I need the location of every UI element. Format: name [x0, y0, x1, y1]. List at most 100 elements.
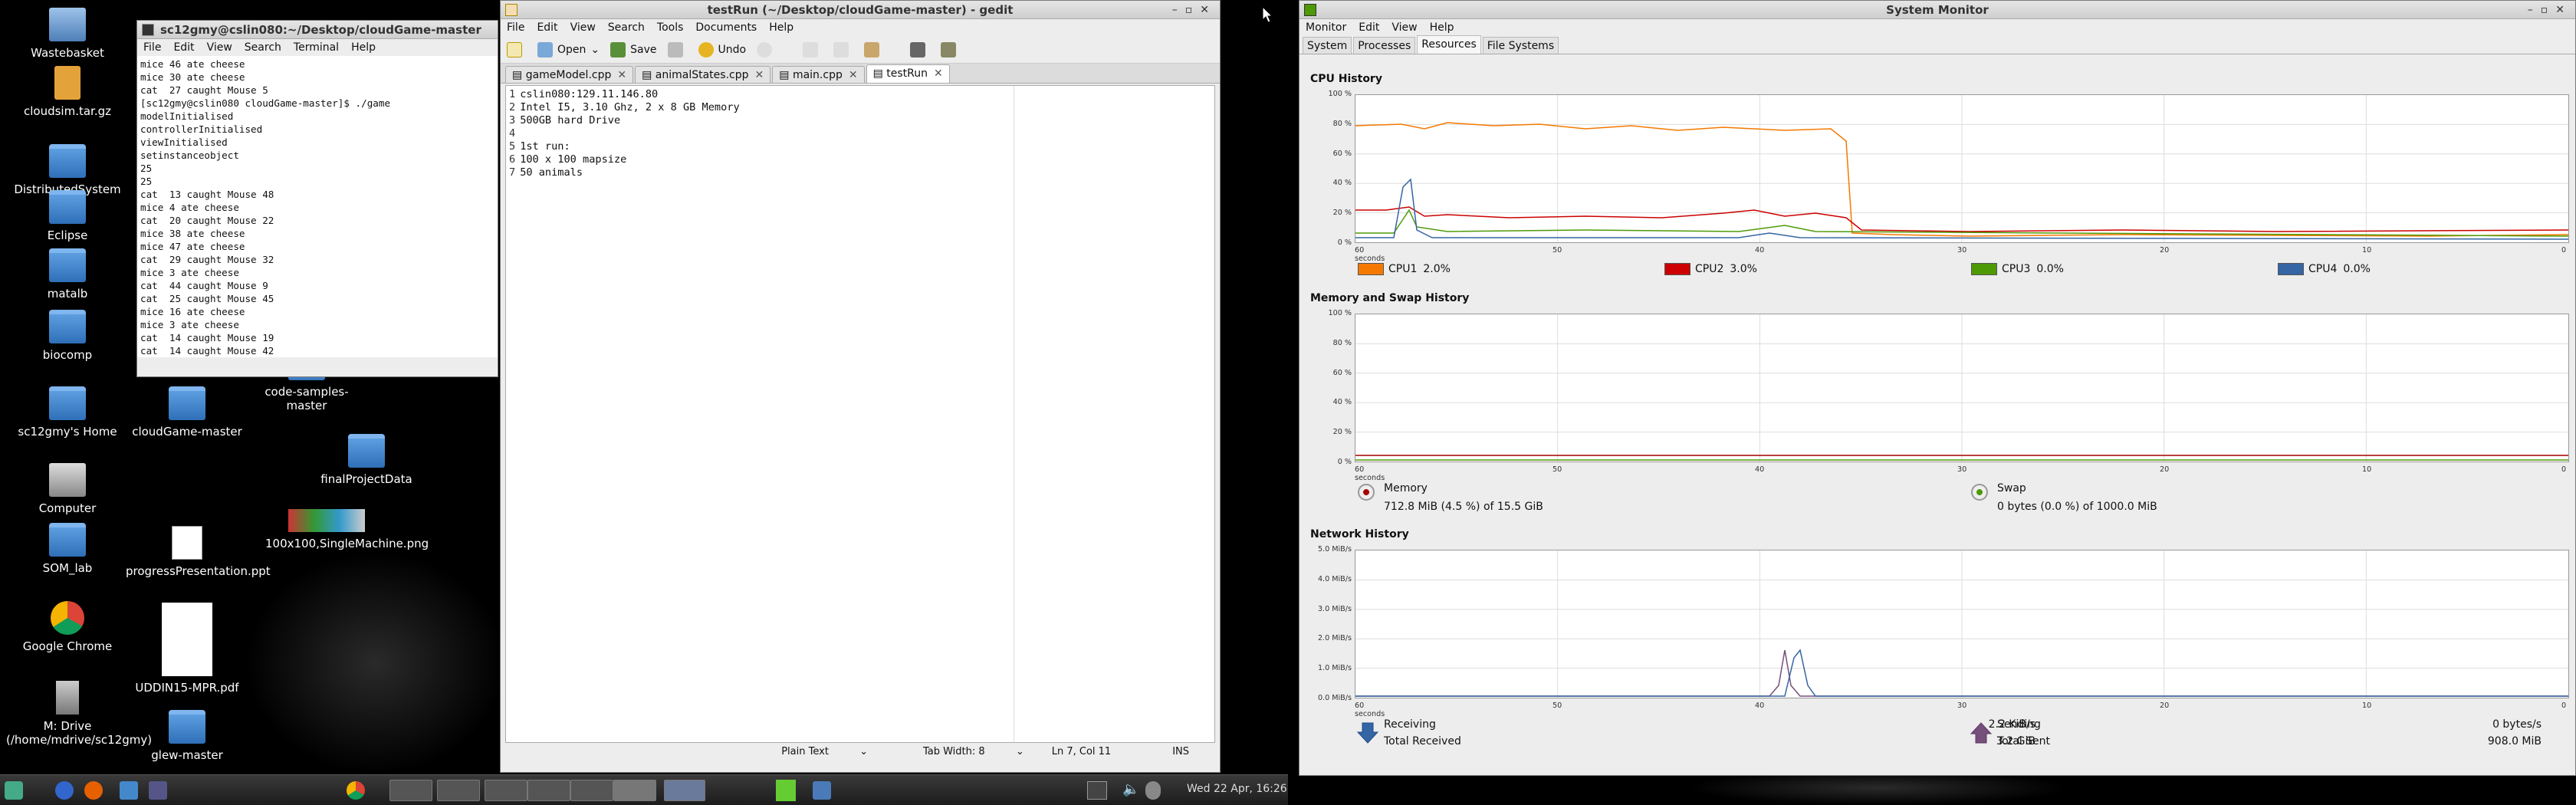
new-button[interactable]	[507, 41, 527, 58]
copy-button[interactable]	[833, 41, 853, 58]
terminal-menu-search[interactable]: Search	[245, 41, 281, 54]
desktop-icon-finalprojectdata[interactable]: finalProjectData	[305, 434, 428, 486]
taskbar-window-button[interactable]	[437, 780, 480, 801]
sysmon-menu-monitor[interactable]: Monitor	[1306, 21, 1346, 34]
desktop-icon-png[interactable]: 100x100,SingleMachine.png	[265, 509, 429, 550]
cut-button[interactable]	[803, 41, 823, 58]
replace-button[interactable]	[941, 41, 961, 58]
terminal-output[interactable]: mice 46 ate cheese mice 30 ate cheese cat …	[137, 56, 498, 357]
terminal-menu-file[interactable]: File	[143, 41, 161, 54]
language-selector[interactable]: Plain Text ⌄	[754, 743, 868, 761]
display-icon[interactable]	[1087, 781, 1107, 800]
cpu-legend-item[interactable]: CPU4 0.0%	[2278, 263, 2371, 275]
desktop-icon-wastebasket[interactable]: Wastebasket	[6, 8, 129, 60]
desktop-icon-home[interactable]: sc12gmy's Home	[6, 386, 129, 439]
taskbar-window-button[interactable]	[485, 780, 527, 801]
terminal-menu-view[interactable]: View	[207, 41, 232, 54]
close-icon[interactable]: ✕	[755, 69, 764, 81]
gedit-menu-file[interactable]: File	[507, 21, 524, 34]
gedit-titlebar[interactable]: testRun (~/Desktop/cloudGame-master) - g…	[501, 1, 1220, 19]
desktop-icon-biocomp[interactable]: biocomp	[6, 310, 129, 362]
runner-icon[interactable]	[776, 780, 796, 801]
memory-color-icon[interactable]	[1358, 484, 1375, 501]
cpu-color-swatch[interactable]	[1664, 263, 1691, 275]
chrome-taskbar-icon[interactable]	[347, 781, 365, 800]
window-controls[interactable]: –▫✕	[1172, 1, 1217, 19]
window-controls[interactable]: –▫✕	[2528, 1, 2572, 19]
undo-button[interactable]: Undo	[698, 41, 746, 58]
upload-arrow-icon[interactable]	[1970, 721, 1993, 744]
swap-color-icon[interactable]	[1971, 484, 1988, 501]
desktop-icon-glew-master[interactable]: glew-master	[126, 710, 248, 762]
clock[interactable]: Wed 22 Apr, 16:26	[1187, 783, 1287, 795]
gedit-menu-edit[interactable]: Edit	[537, 21, 557, 34]
workspace-switcher[interactable]	[664, 780, 705, 801]
tab-file-systems[interactable]: File Systems	[1482, 37, 1559, 54]
open-button[interactable]: Open ⌄	[537, 41, 600, 58]
network-status-icon[interactable]	[1145, 781, 1161, 800]
terminal-menu-help[interactable]: Help	[351, 41, 376, 54]
tab-resources[interactable]: Resources	[1417, 35, 1481, 54]
desktop-icon-cloudsim[interactable]: cloudsim.tar.gz	[6, 66, 129, 118]
sysmon-menu-help[interactable]: Help	[1430, 21, 1454, 34]
tab-processes[interactable]: Processes	[1353, 37, 1416, 54]
save-button[interactable]: Save	[610, 41, 657, 58]
desktop-icon-progresspresentation[interactable]: progressPresentation.ppt	[126, 526, 271, 578]
tab-testrun[interactable]: ▤ testRun ✕	[866, 64, 950, 83]
close-icon[interactable]: ✕	[617, 69, 626, 81]
gedit-menu-help[interactable]: Help	[769, 21, 794, 34]
desktop-icon-matalb[interactable]: matalb	[6, 248, 129, 301]
cpu-legend-item[interactable]: CPU2 3.0%	[1664, 263, 1757, 275]
close-icon[interactable]: ✕	[849, 69, 858, 81]
help-launcher-icon[interactable]	[149, 781, 167, 800]
taskbar-window-button[interactable]	[389, 780, 432, 801]
desktop-icon-pdf[interactable]: UDDIN15-MPR.pdf	[126, 603, 248, 695]
paste-button[interactable]	[864, 41, 884, 58]
volume-icon[interactable]: 🔈	[1122, 781, 1141, 800]
cpu-color-swatch[interactable]	[1358, 263, 1384, 275]
gedit-menu-view[interactable]: View	[570, 21, 596, 34]
browser-launcher-icon[interactable]	[55, 781, 74, 800]
download-arrow-icon[interactable]	[1356, 721, 1379, 744]
desktop-icon-mdrive[interactable]: M: Drive (/home/mdrive/sc12gmy)	[6, 681, 152, 747]
desktop-icon-som-lab[interactable]: SOM_lab	[6, 523, 129, 575]
desktop-icon-distributedsystem[interactable]: DistributedSystem	[6, 144, 129, 196]
sysmon-menu-view[interactable]: View	[1392, 21, 1417, 34]
print-button[interactable]	[667, 41, 688, 58]
desktop-icon-chrome[interactable]: Google Chrome	[6, 601, 129, 653]
terminal-menu-edit[interactable]: Edit	[173, 41, 194, 54]
terminal-menu-terminal[interactable]: Terminal	[294, 41, 339, 54]
tab-animalstates-cpp[interactable]: ▤ animalStates.cpp ✕	[635, 66, 771, 83]
files-icon[interactable]	[813, 781, 831, 800]
cpu-name: CPU4	[2308, 263, 2338, 275]
desktop-icon-eclipse[interactable]: Eclipse	[6, 190, 129, 242]
taskbar-window-button[interactable]	[570, 780, 613, 801]
cpu-x-tick: 0	[2561, 246, 2567, 255]
app-launcher-icon[interactable]	[120, 781, 138, 800]
redo-button[interactable]	[757, 41, 777, 58]
app-menu-icon[interactable]	[5, 781, 23, 800]
cpu-color-swatch[interactable]	[2278, 263, 2304, 275]
tab-width-selector[interactable]: Tab Width: 8 ⌄	[895, 743, 1024, 761]
text-editor[interactable]: 1 cslin080:129.11.146.80 2 Intel I5, 3.10 G…	[505, 85, 1215, 743]
cpu-legend-item[interactable]: CPU3 0.0%	[1971, 263, 2064, 275]
desktop-icon-computer[interactable]: Computer	[6, 463, 129, 515]
firefox-launcher-icon[interactable]	[84, 781, 103, 800]
taskbar-window-button-active[interactable]	[613, 780, 656, 801]
cpu-color-swatch[interactable]	[1971, 263, 1997, 275]
cpu-legend-item[interactable]: CPU1 2.0%	[1358, 263, 1451, 275]
gedit-menu-tools[interactable]: Tools	[657, 21, 684, 34]
gedit-menu-documents[interactable]: Documents	[695, 21, 757, 34]
tab-gamemodel-cpp[interactable]: ▤ gameModel.cpp ✕	[505, 66, 634, 83]
tab-system[interactable]: System	[1303, 37, 1352, 54]
sysmon-titlebar[interactable]: System Monitor –▫✕	[1300, 1, 2575, 19]
terminal-titlebar[interactable]: sc12gmy@cslin080:~/Desktop/cloudGame-mas…	[137, 21, 498, 39]
find-button[interactable]	[910, 41, 930, 58]
taskbar-window-button[interactable]	[527, 780, 570, 801]
close-icon[interactable]: ✕	[934, 67, 943, 80]
sysmon-menu-edit[interactable]: Edit	[1359, 21, 1379, 34]
desktop-icon-cloudgame[interactable]: cloudGame-master	[126, 386, 248, 439]
gedit-menu-search[interactable]: Search	[608, 21, 645, 34]
tab-main-cpp[interactable]: ▤ main.cpp ✕	[772, 66, 865, 83]
chevron-down-icon[interactable]: ⌄	[590, 44, 600, 56]
